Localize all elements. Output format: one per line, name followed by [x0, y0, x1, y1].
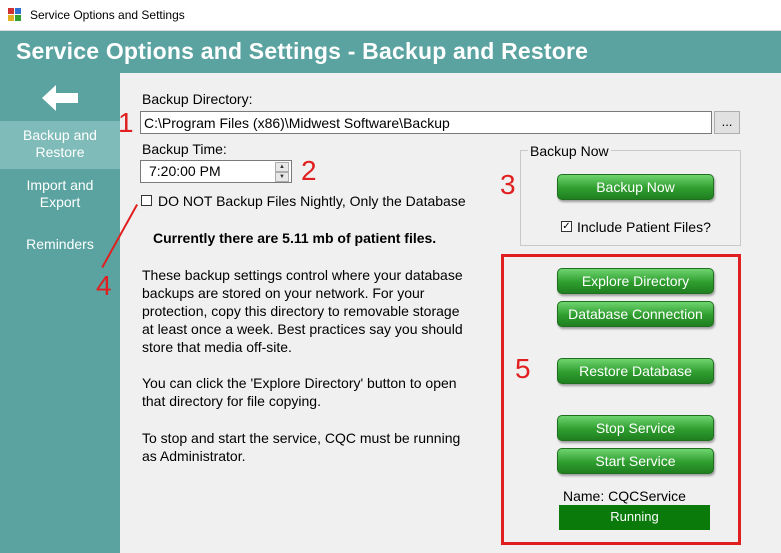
restore-database-button[interactable]: Restore Database: [557, 358, 714, 384]
include-patient-files-label: Include Patient Files?: [577, 219, 711, 235]
browse-button[interactable]: ...: [714, 111, 740, 134]
nightly-backup-label: DO NOT Backup Files Nightly, Only the Da…: [158, 193, 466, 209]
nightly-backup-checkbox[interactable]: [141, 195, 152, 206]
annotation-number-4: 4: [96, 270, 112, 301]
database-connection-button[interactable]: Database Connection: [557, 301, 714, 327]
page-title: Service Options and Settings - Backup an…: [16, 38, 589, 64]
sidebar-item-backup-restore[interactable]: Backup and Restore: [0, 121, 120, 169]
annotation-number-3: 3: [500, 169, 516, 200]
spin-down-icon[interactable]: ▼: [275, 172, 289, 182]
service-description: To stop and start the service, CQC must …: [142, 430, 461, 464]
sidebar-item-import-export[interactable]: Import and Export: [0, 177, 120, 211]
explore-directory-button[interactable]: Explore Directory: [557, 268, 714, 294]
time-spinner[interactable]: ▲ ▼: [275, 162, 289, 182]
spin-up-icon[interactable]: ▲: [275, 162, 289, 172]
stop-service-button[interactable]: Stop Service: [557, 415, 714, 441]
service-status-badge: Running: [559, 505, 710, 530]
start-service-button[interactable]: Start Service: [557, 448, 714, 474]
title-bar: Service Options and Settings: [0, 0, 781, 31]
annotation-number-5: 5: [515, 353, 531, 384]
sidebar-item-reminders[interactable]: Reminders: [0, 236, 120, 253]
backup-time-value: 7:20:00 PM: [149, 163, 221, 179]
app-icon: [8, 8, 21, 21]
backup-directory-label: Backup Directory:: [142, 91, 253, 107]
backup-time-label: Backup Time:: [142, 141, 227, 157]
backup-time-input[interactable]: 7:20:00 PM: [140, 160, 292, 183]
backup-directory-input[interactable]: [140, 111, 712, 134]
backup-description: These backup settings control where your…: [142, 267, 463, 355]
sidebar: Backup and Restore Import and Export Rem…: [0, 73, 120, 553]
explore-description: You can click the 'Explore Directory' bu…: [142, 375, 457, 409]
patient-files-summary: Currently there are 5.11 mb of patient f…: [153, 230, 437, 246]
page-header: Service Options and Settings - Backup an…: [0, 31, 781, 73]
annotation-number-1: 1: [118, 107, 134, 138]
back-arrow-icon[interactable]: [40, 83, 80, 113]
annotation-number-2: 2: [301, 155, 317, 186]
window-title: Service Options and Settings: [30, 8, 185, 22]
backup-now-group-label: Backup Now: [528, 143, 611, 159]
service-name-label: Name: CQCService: [563, 488, 686, 504]
main-panel: Backup Directory: ... Backup Time: 7:20:…: [120, 73, 781, 553]
backup-now-button[interactable]: Backup Now: [557, 174, 714, 200]
include-patient-files-checkbox[interactable]: ✓: [561, 221, 572, 232]
